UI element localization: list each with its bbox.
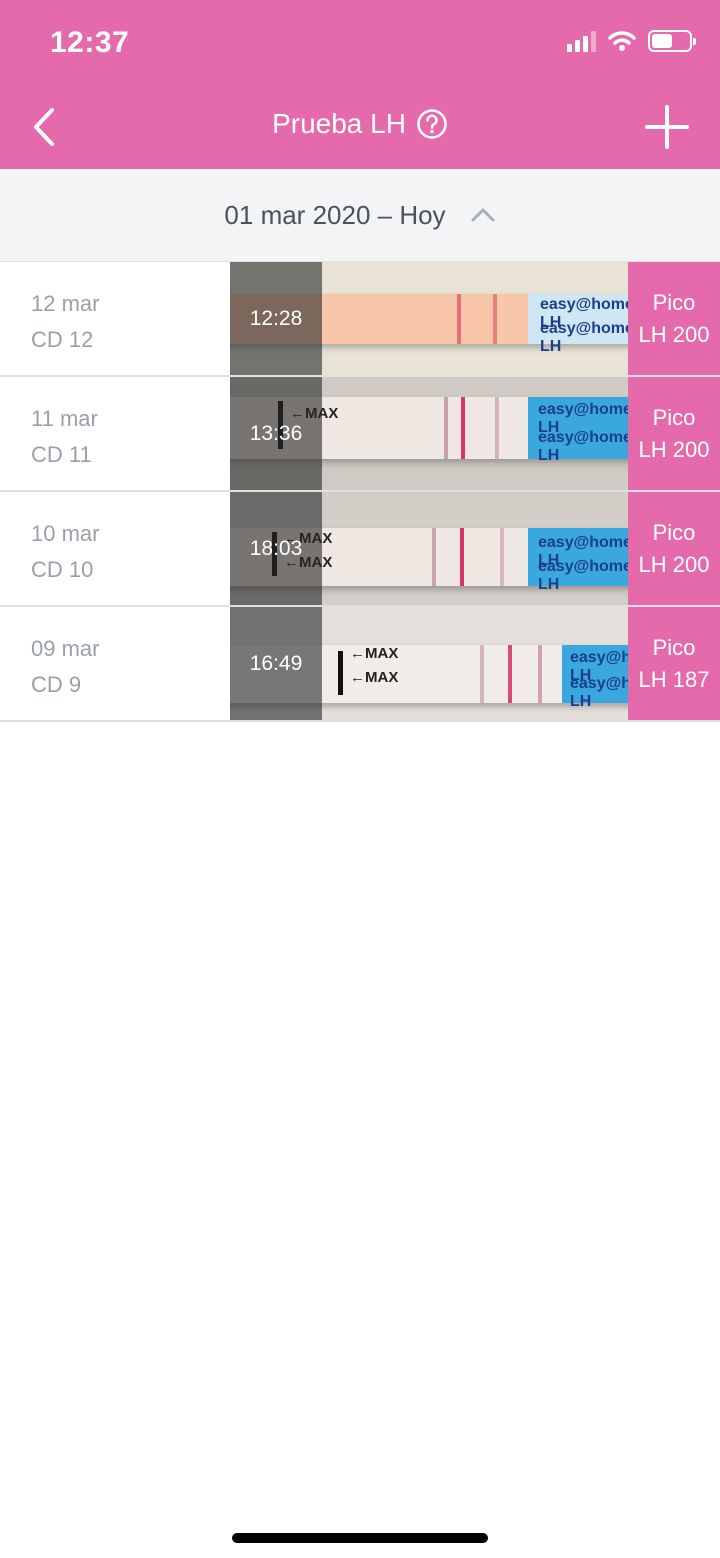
row-date-group: 11 mar CD 11 xyxy=(31,401,98,473)
result-label: Pico xyxy=(652,289,696,315)
test-time: 12:28 xyxy=(249,306,303,330)
signal-icon xyxy=(567,30,596,52)
time-overlay: 16:49 xyxy=(230,607,322,720)
app-header: 12:37 Prueba LH xyxy=(0,0,720,169)
row-cycle-day: CD 12 xyxy=(31,327,94,352)
time-overlay: 18:03 xyxy=(230,492,322,605)
row-cycle-day: CD 10 xyxy=(31,557,94,582)
chevron-up-icon[interactable] xyxy=(470,207,496,223)
row-date-group: 09 mar CD 9 xyxy=(31,631,99,703)
test-time: 18:03 xyxy=(249,536,303,560)
result-badge: Pico LH 200 xyxy=(628,377,720,490)
result-value: LH 200 xyxy=(638,321,710,347)
test-strip-photo[interactable]: easy@home LH easy@home LH 12:28 xyxy=(230,262,628,375)
result-badge: Pico LH 187 xyxy=(628,607,720,720)
status-time: 12:37 xyxy=(50,26,130,59)
row-date: 09 mar xyxy=(31,636,100,661)
test-time: 16:49 xyxy=(249,651,303,675)
result-value: LH 200 xyxy=(638,436,710,462)
home-indicator[interactable] xyxy=(232,1533,488,1543)
lh-test-list: 12 mar CD 12 easy@home LH easy@home LH 12… xyxy=(0,262,720,722)
question-circle-icon[interactable] xyxy=(416,108,448,140)
list-item[interactable]: 11 mar CD 11 ←MAX easy@home LHeasy@home … xyxy=(0,377,720,492)
row-date: 12 mar xyxy=(31,291,100,316)
page-title: Prueba LH xyxy=(272,108,406,139)
row-cycle-day: CD 9 xyxy=(31,672,82,697)
row-cycle-day: CD 11 xyxy=(31,442,92,467)
battery-icon xyxy=(648,30,696,52)
result-value: LH 200 xyxy=(638,551,710,577)
result-badge: Pico LH 200 xyxy=(628,262,720,375)
wifi-icon xyxy=(608,31,636,51)
result-label: Pico xyxy=(652,634,696,660)
list-item[interactable]: 09 mar CD 9 ←MAX ←MAX easy@home LHeasy@h… xyxy=(0,607,720,722)
result-label: Pico xyxy=(652,404,696,430)
row-date: 11 mar xyxy=(31,406,98,431)
plus-icon[interactable] xyxy=(644,104,690,150)
date-range-label: 01 mar 2020 – Hoy xyxy=(224,199,446,230)
list-item[interactable]: 12 mar CD 12 easy@home LH easy@home LH 12… xyxy=(0,262,720,377)
time-overlay: 13:36 xyxy=(230,377,322,490)
test-time: 13:36 xyxy=(249,421,303,445)
row-date-group: 12 mar CD 12 xyxy=(31,286,99,358)
status-icons xyxy=(567,30,696,52)
test-strip-photo[interactable]: ←MAX ←MAX easy@home LHeasy@home LH 18:03 xyxy=(230,492,628,605)
result-value: LH 187 xyxy=(638,666,710,692)
time-overlay: 12:28 xyxy=(230,262,322,375)
row-date: 10 mar xyxy=(31,521,100,546)
test-strip-photo[interactable]: ←MAX easy@home LHeasy@home LH 13:36 xyxy=(230,377,628,490)
nav-title-group: Prueba LH xyxy=(0,108,720,140)
date-range-bar[interactable]: 01 mar 2020 – Hoy xyxy=(0,169,720,262)
list-item[interactable]: 10 mar CD 10 ←MAX ←MAX easy@home LHeasy@… xyxy=(0,492,720,607)
test-strip-photo[interactable]: ←MAX ←MAX easy@home LHeasy@home LH 16:49 xyxy=(230,607,628,720)
row-date-group: 10 mar CD 10 xyxy=(31,516,99,588)
result-label: Pico xyxy=(652,519,696,545)
result-badge: Pico LH 200 xyxy=(628,492,720,605)
